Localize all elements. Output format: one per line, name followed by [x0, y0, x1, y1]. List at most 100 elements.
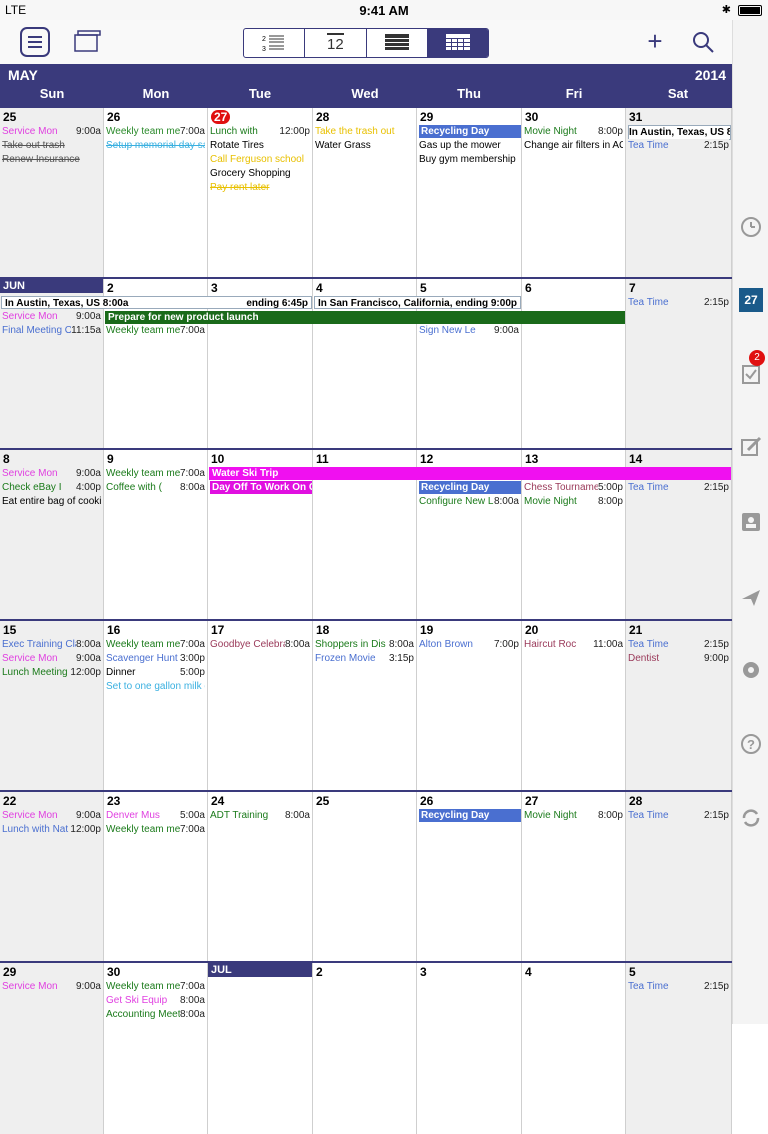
- event-item[interactable]: Set to one gallon milk only: [106, 680, 205, 693]
- event-item[interactable]: Tea Time 2:15p: [628, 980, 729, 993]
- event-time: 5:00p: [179, 666, 205, 679]
- event-item[interactable]: Pay rent later: [210, 181, 310, 194]
- event-item[interactable]: Recycling Day: [419, 481, 521, 494]
- event-item[interactable]: Movie Night 8:00p: [524, 125, 623, 138]
- event-item[interactable]: Service Mon 9:00a: [2, 652, 101, 665]
- event-item[interactable]: Alton Brown 7:00p: [419, 638, 519, 651]
- event-item[interactable]: Service Mon 9:00a: [2, 310, 101, 323]
- event-item[interactable]: Take the trash out: [315, 125, 414, 138]
- notes-icon[interactable]: [739, 435, 763, 459]
- event-item[interactable]: Get Ski Equip 8:00a: [106, 994, 205, 1007]
- tasks-icon[interactable]: 2: [739, 350, 765, 386]
- event-item[interactable]: Scavenger Hunt 3:00p: [106, 652, 205, 665]
- event-item[interactable]: Service Mon 9:00a: [2, 467, 101, 480]
- contacts-icon[interactable]: [739, 510, 763, 534]
- event-item[interactable]: Dinner 5:00p: [106, 666, 205, 679]
- event-item[interactable]: Service Mon 9:00a: [2, 809, 101, 822]
- event-item[interactable]: Weekly team me 7:00a: [106, 467, 205, 480]
- event-item[interactable]: Buy gym membership: [419, 153, 519, 166]
- event-item[interactable]: Coffee with (8:00a: [106, 481, 205, 494]
- status-bar: LTE 9:41 AM ✱: [0, 0, 768, 20]
- event-item[interactable]: Recycling Day: [419, 809, 521, 822]
- event-item[interactable]: Change air filters in AC un: [524, 139, 623, 152]
- event-title: Tea Time: [628, 981, 669, 992]
- event-item[interactable]: Check eBay I 4:00p: [2, 481, 101, 494]
- event-item[interactable]: Chess Tourname 5:00p: [524, 481, 623, 494]
- list-view-tab[interactable]: 23: [244, 29, 306, 57]
- event-item[interactable]: Water Grass: [315, 139, 414, 152]
- multi-day-event[interactable]: In San Francisco, California, US 8 ending…: [314, 296, 521, 309]
- event-item[interactable]: Tea Time 2:15p: [628, 481, 729, 494]
- event-item[interactable]: Shoppers in Dis 8:00a: [315, 638, 414, 651]
- day-number: 6: [525, 281, 532, 295]
- event-item[interactable]: Day Off To Work On Cla: [210, 481, 312, 494]
- day-cell[interactable]: JUL: [208, 963, 313, 1134]
- event-item[interactable]: Renew Insurance: [2, 153, 101, 166]
- settings-icon[interactable]: [739, 658, 763, 682]
- event-item[interactable]: Frozen Movie 3:15p: [315, 652, 414, 665]
- event-item[interactable]: In Austin, Texas, US 8:00a: [628, 125, 731, 140]
- event-time: 8:00p: [597, 495, 623, 508]
- event-item[interactable]: Grocery Shopping: [210, 167, 310, 180]
- event-item[interactable]: Sign New Le 9:00a: [419, 324, 519, 337]
- event-item[interactable]: Weekly team me 7:00a: [106, 823, 205, 836]
- event-item[interactable]: Final Meeting O 11:15a: [2, 324, 101, 337]
- calendar-icon[interactable]: 27: [739, 288, 763, 312]
- event-item[interactable]: Tea Time 2:15p: [628, 139, 729, 152]
- day-view-tab[interactable]: 12: [305, 29, 367, 57]
- clock-icon[interactable]: [739, 215, 763, 239]
- event-item[interactable]: Call Ferguson school: [210, 153, 310, 166]
- month-label: MAY: [8, 67, 38, 83]
- event-title: Frozen Movie: [315, 653, 376, 664]
- event-item[interactable]: Weekly team me 7:00a: [106, 980, 205, 993]
- event-item[interactable]: Exec Training Cla 8:00a: [2, 638, 101, 651]
- help-icon[interactable]: ?: [739, 732, 763, 756]
- multi-day-event[interactable]: Prepare for new product launch: [105, 311, 625, 324]
- event-item[interactable]: Accounting Meet 8:00a: [106, 1008, 205, 1021]
- day-number: 30: [525, 110, 539, 124]
- event-item[interactable]: Configure New L 8:00a: [419, 495, 519, 508]
- event-item[interactable]: Weekly team me 7:00a: [106, 638, 205, 651]
- event-item[interactable]: Rotate Tires: [210, 139, 310, 152]
- event-item[interactable]: Movie Night 8:00p: [524, 495, 623, 508]
- day-cell[interactable]: 2: [313, 963, 417, 1134]
- event-item[interactable]: Eat entire bag of cookies: [2, 495, 101, 508]
- add-event-button[interactable]: +: [640, 27, 670, 57]
- event-item[interactable]: Denver Mus 5:00a: [106, 809, 205, 822]
- day-cell[interactable]: 4: [522, 963, 626, 1134]
- event-item[interactable]: Gas up the mower: [419, 139, 519, 152]
- day-cell[interactable]: 25: [313, 792, 417, 963]
- sync-icon[interactable]: [739, 806, 763, 830]
- event-time: 3:00p: [179, 652, 205, 665]
- multi-day-event[interactable]: Water Ski Trip: [209, 467, 731, 480]
- day-cell[interactable]: 6: [522, 279, 626, 450]
- event-time: 5:00p: [597, 481, 623, 494]
- event-item[interactable]: Weekly team me 7:00a: [106, 324, 205, 337]
- event-item[interactable]: Tea Time 2:15p: [628, 296, 729, 309]
- calendars-icon[interactable]: [72, 27, 102, 57]
- event-item[interactable]: Weekly team me 7:00a: [106, 125, 205, 138]
- menu-icon[interactable]: [20, 27, 50, 57]
- event-item[interactable]: Recycling Day: [419, 125, 521, 138]
- event-item[interactable]: Service Mon 9:00a: [2, 125, 101, 138]
- event-item[interactable]: Tea Time 2:15p: [628, 809, 729, 822]
- search-icon[interactable]: [688, 27, 718, 57]
- event-item[interactable]: Dentist 9:00p: [628, 652, 729, 665]
- travel-icon[interactable]: [739, 585, 763, 609]
- event-item[interactable]: Tea Time 2:15p: [628, 638, 729, 651]
- event-item[interactable]: Service Mon 9:00a: [2, 980, 101, 993]
- event-item[interactable]: Take out trash: [2, 139, 101, 152]
- event-title: Coffee with (: [106, 482, 162, 493]
- event-item[interactable]: Goodbye Celebra 8:00a: [210, 638, 310, 651]
- week-view-tab[interactable]: [367, 29, 428, 57]
- event-item[interactable]: Lunch with Nat 12:00p: [2, 823, 101, 836]
- day-cell[interactable]: 3: [417, 963, 522, 1134]
- month-view-tab[interactable]: [427, 29, 488, 57]
- multi-day-event[interactable]: In Austin, Texas, US 8:00a ending 6:45p: [1, 296, 312, 309]
- event-item[interactable]: Movie Night 8:00p: [524, 809, 623, 822]
- event-item[interactable]: Lunch Meeting 12:00p: [2, 666, 101, 679]
- event-item[interactable]: Setup memorial day sale: [106, 139, 205, 152]
- event-item[interactable]: Haircut Roc 11:00a: [524, 638, 623, 651]
- event-item[interactable]: Lunch with 12:00p: [210, 125, 310, 138]
- event-item[interactable]: ADT Training 8:00a: [210, 809, 310, 822]
